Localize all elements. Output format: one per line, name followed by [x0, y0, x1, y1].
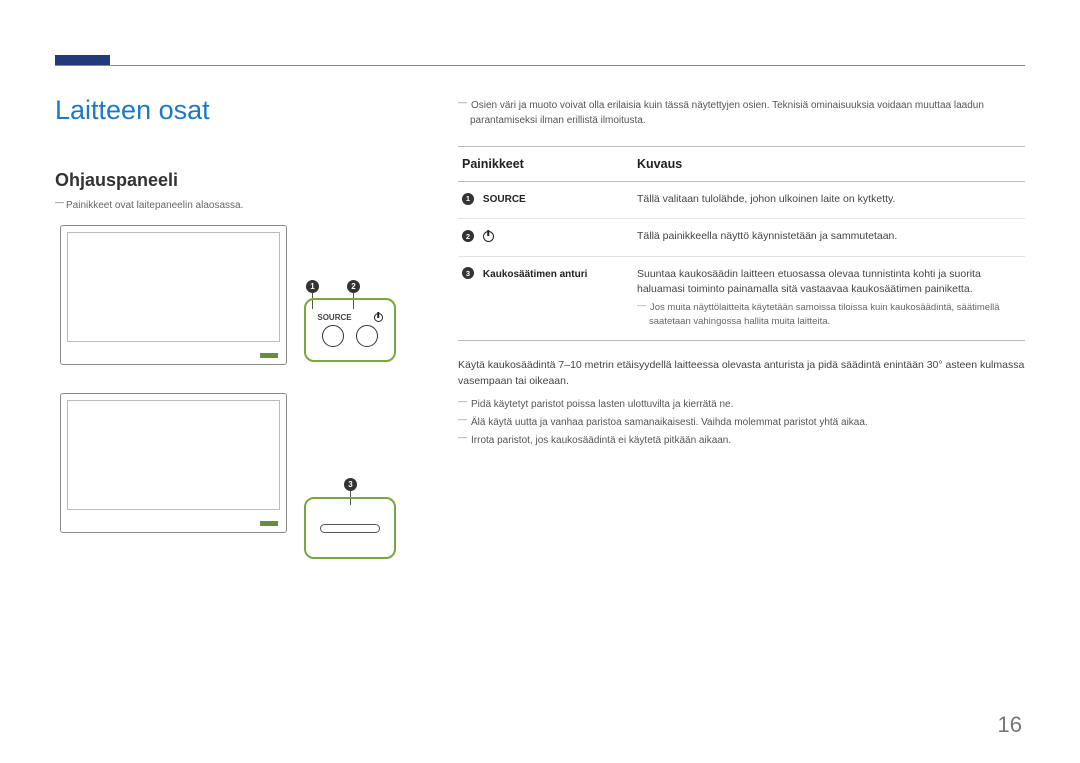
table-row: 1 SOURCE Tällä valitaan tulolähde, johon…	[458, 182, 1025, 219]
table-row: 2 Tällä painikkeella näyttö käynnistetää…	[458, 218, 1025, 256]
power-button-diagram	[356, 325, 378, 347]
row-desc-1: Tällä valitaan tulolähde, johon ulkoinen…	[633, 182, 1025, 219]
controls-table: Painikkeet Kuvaus 1 SOURCE Tällä valitaa…	[458, 146, 1025, 341]
table-row: 3 Kaukosäätimen anturi Suuntaa kaukosääd…	[458, 256, 1025, 340]
monitor-diagram-top	[60, 225, 287, 365]
control-panel-diagram: SOURCE	[304, 298, 396, 362]
diagram-area: 1 2 SOURCE 3	[60, 225, 410, 561]
battery-note-1: Pidä käytetyt paristot poissa lasten ulo…	[458, 397, 1025, 412]
row-number-1: 1	[462, 193, 474, 205]
ir-sensor-diagram	[320, 524, 380, 533]
battery-note-2: Älä käytä uutta ja vanhaa paristoa saman…	[458, 415, 1025, 430]
right-column: Osien väri ja muoto voivat olla erilaisi…	[458, 98, 1025, 451]
callout-2: 2	[347, 280, 360, 293]
monitor-diagram-bottom	[60, 393, 287, 533]
row-desc-2: Tällä painikkeella näyttö käynnistetään …	[633, 218, 1025, 256]
usage-note: Käytä kaukosäädintä 7–10 metrin etäisyyd…	[458, 357, 1025, 390]
header-accent	[55, 55, 110, 65]
page-number: 16	[998, 712, 1022, 738]
power-icon	[374, 313, 383, 322]
below-table-notes: Käytä kaukosäädintä 7–10 metrin etäisyyd…	[458, 357, 1025, 449]
callout-3: 3	[344, 478, 357, 491]
row-desc-3: Suuntaa kaukosäädin laitteen etuosassa o…	[637, 268, 981, 296]
row-label-sensor: Kaukosäätimen anturi	[483, 269, 587, 280]
table-header-description: Kuvaus	[633, 147, 1025, 182]
header-rule	[55, 65, 1025, 66]
row-number-2: 2	[462, 230, 474, 242]
page-title: Laitteen osat	[55, 95, 210, 126]
source-label: SOURCE	[317, 313, 351, 322]
section-subnote: Painikkeet ovat laitepaneelin alaosassa.	[55, 200, 243, 211]
section-subtitle: Ohjauspaneeli	[55, 170, 178, 191]
table-header-buttons: Painikkeet	[458, 147, 633, 182]
battery-note-3: Irrota paristot, jos kaukosäädintä ei kä…	[458, 433, 1025, 448]
top-note: Osien väri ja muoto voivat olla erilaisi…	[458, 98, 1025, 128]
power-icon	[483, 231, 494, 242]
callout-1: 1	[306, 280, 319, 293]
row-label-source: SOURCE	[483, 194, 526, 205]
row-note-3: Jos muita näyttölaitteita käytetään samo…	[637, 301, 1021, 330]
row-number-3: 3	[462, 267, 474, 279]
source-button-diagram	[322, 325, 344, 347]
sensor-panel-diagram	[304, 497, 396, 559]
